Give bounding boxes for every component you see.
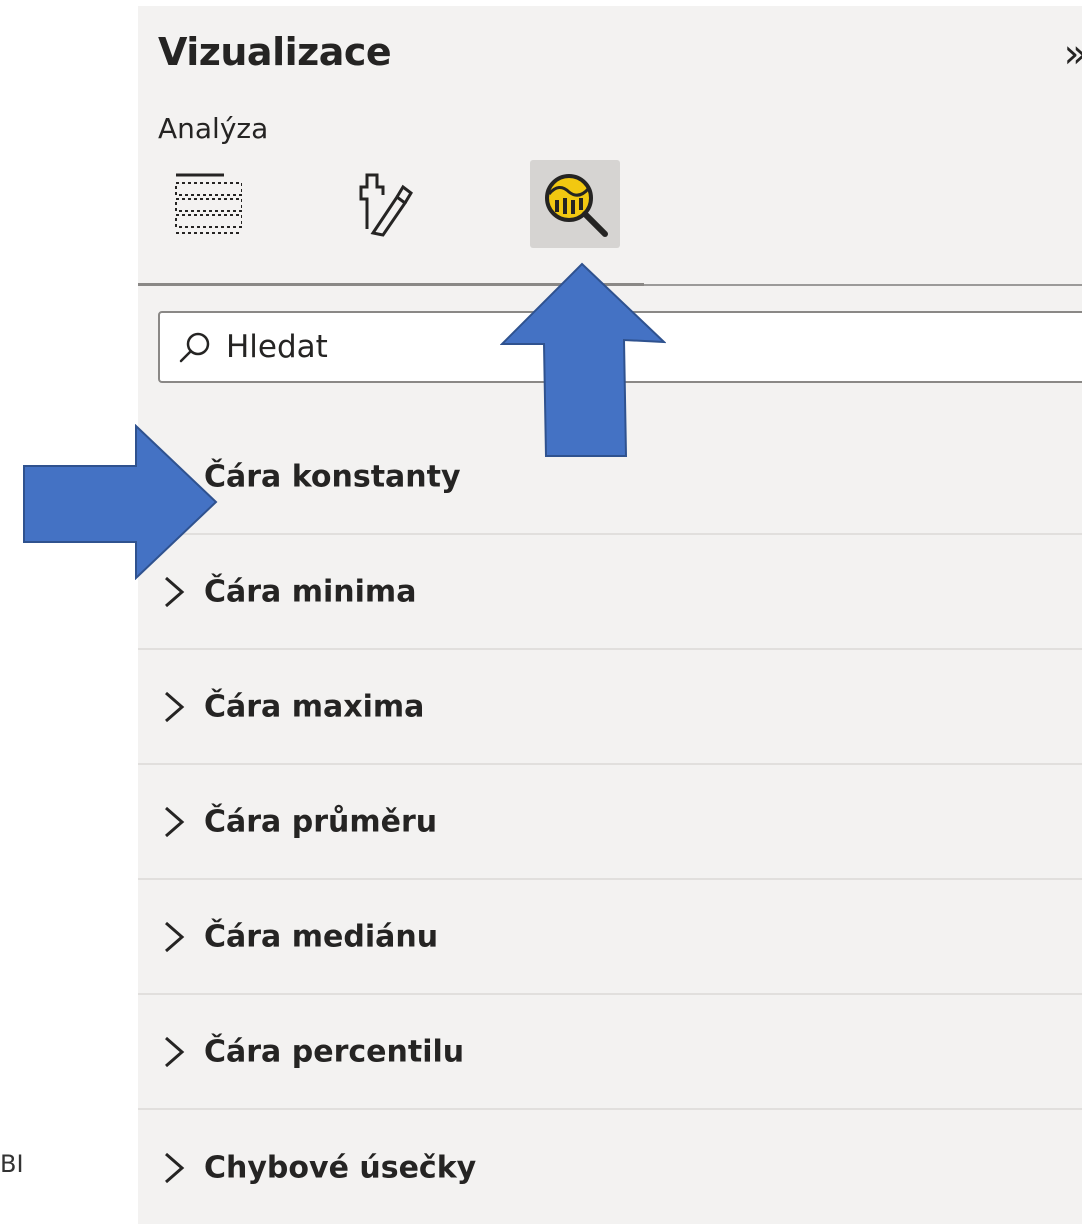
tab-format[interactable] [338, 160, 428, 248]
section-max-line[interactable]: Čára maxima [138, 650, 1082, 765]
chevron-right-icon [165, 576, 185, 607]
section-error-bars[interactable]: Chybové úsečky [138, 1110, 1082, 1224]
search-box[interactable] [158, 311, 1082, 383]
pane-title: Vizualizace [158, 30, 392, 74]
fields-icon [175, 173, 242, 234]
section-label: Čára minima [204, 574, 417, 609]
section-median-line[interactable]: Čára mediánu [138, 880, 1082, 995]
collapse-pane-button[interactable]: » [1064, 34, 1082, 74]
section-label: Čára průměru [204, 804, 438, 839]
pane-top-border [138, 0, 1082, 6]
section-label: Chybové úsečky [204, 1150, 477, 1185]
visualizations-pane: Vizualizace » Analýza [138, 0, 1082, 1224]
page: BI Vizualizace » Analýza [0, 0, 1082, 1224]
section-label: Čára konstanty [204, 459, 461, 494]
section-label: Čára maxima [204, 689, 425, 724]
search-icon [178, 330, 212, 364]
tab-divider-active [138, 283, 644, 286]
tab-analytics[interactable] [530, 160, 620, 248]
section-min-line[interactable]: Čára minima [138, 535, 1082, 650]
section-label: Čára percentilu [204, 1034, 465, 1069]
search-input[interactable] [224, 328, 928, 366]
chevron-right-icon [165, 1152, 185, 1183]
section-constant-line[interactable]: Čára konstanty [138, 420, 1082, 535]
chevron-right-icon [165, 691, 185, 722]
format-paintbrush-icon [359, 173, 413, 237]
chevron-right-icon [165, 806, 185, 837]
section-average-line[interactable]: Čára průměru [138, 765, 1082, 880]
chevron-right-icon [165, 461, 185, 492]
chevron-right-icon [165, 921, 185, 952]
analytics-magnifier-icon [545, 174, 608, 237]
section-percentile-line[interactable]: Čára percentilu [138, 995, 1082, 1110]
tab-fields[interactable] [160, 160, 250, 248]
section-label: Čára mediánu [204, 919, 439, 954]
corner-label: BI [0, 1150, 24, 1178]
pane-subtitle: Analýza [158, 112, 269, 145]
chevron-right-icon [165, 1036, 185, 1067]
